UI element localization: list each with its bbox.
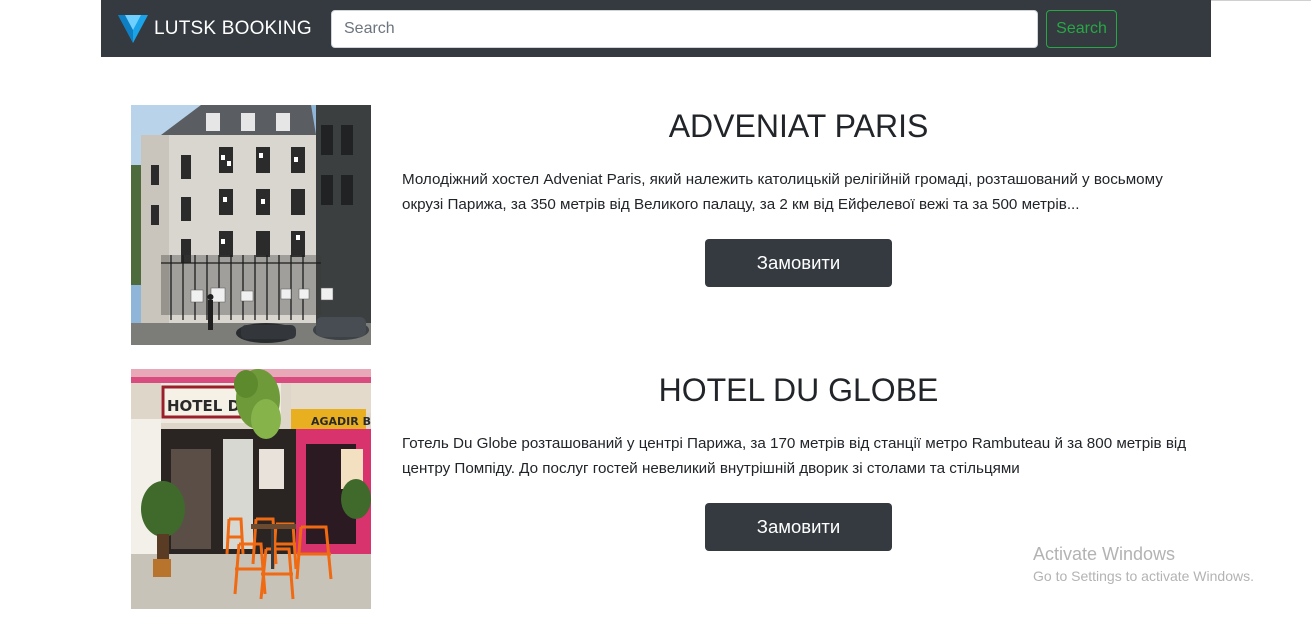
bar-sign-text: AGADIR BAR xyxy=(311,415,371,428)
brand-link[interactable]: LUTSK BOOKING xyxy=(117,13,312,45)
order-button[interactable]: Замовити xyxy=(705,503,892,551)
hotel-title: HOTEL DU GLOBE xyxy=(658,372,939,408)
hotel-title: ADVENIAT PARIS xyxy=(668,108,929,144)
search-button[interactable]: Search xyxy=(1046,10,1117,48)
activate-windows-title: Activate Windows xyxy=(1033,544,1176,564)
activate-windows-subtitle: Go to Settings to activate Windows. xyxy=(1033,568,1254,584)
hotel-photo-building[interactable] xyxy=(131,105,371,345)
activate-windows-watermark: Activate Windows Go to Settings to activ… xyxy=(1033,543,1254,586)
hotel-description: Молодіжний хостел Adveniat Paris, який н… xyxy=(402,171,1163,213)
search-input[interactable] xyxy=(331,10,1038,48)
hotel-photo-storefront[interactable]: HOTEL DU GL AGADIR BAR xyxy=(131,369,371,609)
hotel-description: Готель Du Globe розташований у центрі Па… xyxy=(402,435,1187,477)
hotel-card: ADVENIAT PARIS Молодіжний хостел Advenia… xyxy=(131,105,1211,345)
order-button[interactable]: Замовити xyxy=(705,239,892,287)
brand-logo-icon xyxy=(118,15,148,43)
navbar: LUTSK BOOKING Search xyxy=(101,0,1211,57)
window-edge xyxy=(1211,0,1311,1)
brand-name: LUTSK BOOKING xyxy=(154,18,312,39)
